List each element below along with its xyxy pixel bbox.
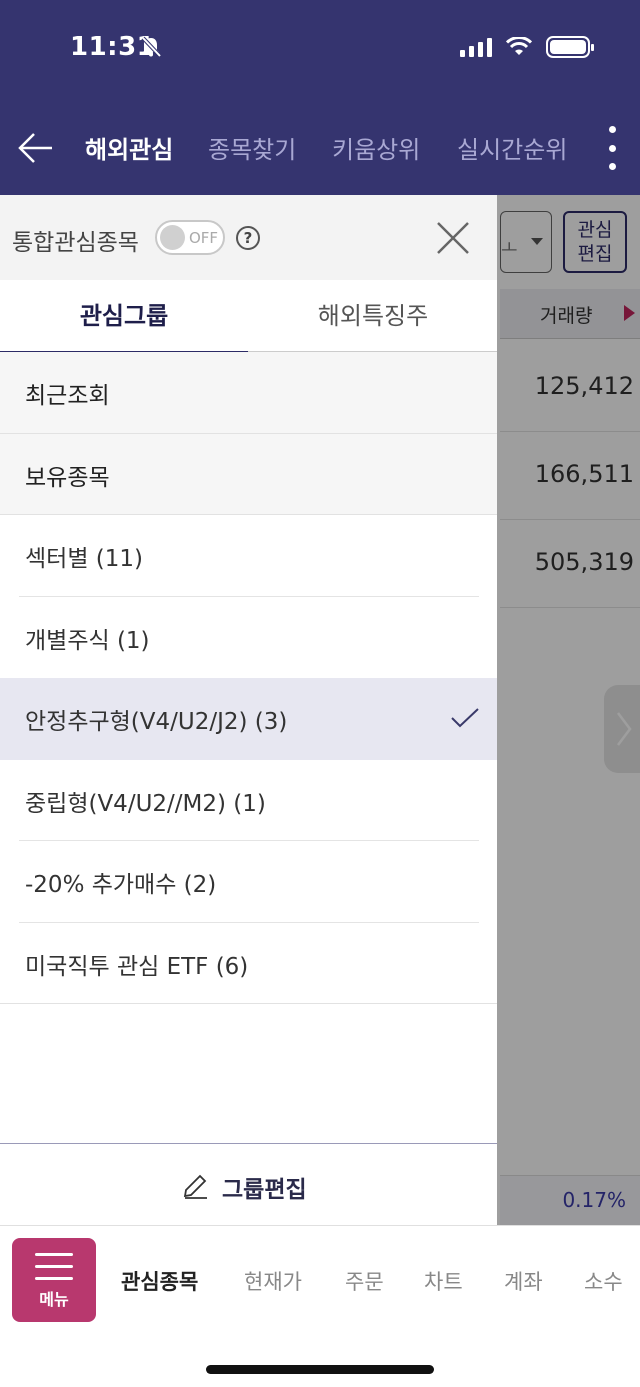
checkmark-icon: [451, 708, 479, 728]
wifi-icon: [506, 37, 532, 55]
more-menu-icon[interactable]: [602, 126, 622, 170]
list-item-label: 중립형(V4/U2//M2) (1): [25, 790, 266, 817]
app-header: 11:31 해외관심 종목찾기 키움상위 실시간순위: [0, 0, 640, 195]
toggle-state-text: OFF: [189, 229, 219, 247]
home-indicator[interactable]: [206, 1365, 434, 1374]
watch-group-drawer: 통합관심종목 OFF ? 관심그룹 해외특징주 최근조회 보유종목 섹터별 (1…: [0, 195, 497, 1225]
list-item[interactable]: 보유종목: [0, 433, 497, 515]
help-icon[interactable]: ?: [236, 226, 260, 250]
list-item[interactable]: 개별주식 (1): [0, 597, 497, 679]
bell-off-icon: [141, 36, 162, 58]
list-item[interactable]: 중립형(V4/U2//M2) (1): [0, 760, 497, 842]
list-item-selected[interactable]: 안정추구형(V4/U2/J2) (3): [0, 678, 497, 760]
back-arrow-icon[interactable]: [16, 128, 56, 168]
list-item-label: 안정추구형(V4/U2/J2) (3): [25, 709, 288, 735]
toggle-knob: [160, 225, 185, 250]
integrated-watch-toggle[interactable]: OFF: [155, 220, 225, 255]
bottom-tab-watchlist[interactable]: 관심종목: [121, 1266, 198, 1296]
list-item-label: 최근조회: [25, 383, 110, 409]
menu-button[interactable]: 메뉴: [12, 1238, 96, 1322]
bottom-nav: 메뉴 관심종목 현재가 주문 차트 계좌 소수: [0, 1225, 640, 1332]
cellular-signal-icon: [460, 37, 492, 57]
list-item-label: 미국직투 관심 ETF (6): [25, 953, 249, 980]
top-nav: 해외관심 종목찾기 키움상위 실시간순위: [0, 118, 640, 176]
list-item-label: 보유종목: [25, 464, 110, 491]
list-item[interactable]: -20% 추가매수 (2): [0, 841, 497, 923]
tab-stock-search[interactable]: 종목찾기: [208, 130, 296, 165]
list-item[interactable]: 미국직투 관심 ETF (6): [0, 923, 497, 1004]
bottom-tab-fractional[interactable]: 소수: [584, 1266, 623, 1296]
bottom-tab-price[interactable]: 현재가: [244, 1266, 302, 1296]
bottom-tab-account[interactable]: 계좌: [504, 1266, 543, 1296]
drawer-top-bar: 통합관심종목 OFF ?: [0, 195, 497, 280]
group-edit-label: 그룹편집: [222, 1177, 307, 1203]
group-list: 최근조회 보유종목 섹터별 (11) 개별주식 (1) 안정추구형(V4/U2/…: [0, 352, 497, 1004]
menu-label: 메뉴: [39, 1290, 69, 1309]
integrated-watch-label: 통합관심종목: [12, 230, 139, 256]
bottom-tab-order[interactable]: 주문: [345, 1266, 384, 1296]
drawer-tabs: 관심그룹 해외특징주: [0, 280, 497, 353]
tab-overseas-featured[interactable]: 해외특징주: [249, 280, 497, 352]
tab-kiwoom-top[interactable]: 키움상위: [332, 130, 420, 165]
home-indicator-area: [0, 1332, 640, 1387]
status-icons: [460, 36, 594, 58]
hamburger-icon: [35, 1253, 73, 1281]
list-item-label: 섹터별 (11): [25, 546, 144, 572]
tab-realtime-rank[interactable]: 실시간순위: [457, 130, 567, 165]
list-item[interactable]: 최근조회: [0, 352, 497, 434]
battery-icon: [546, 36, 594, 58]
bottom-tab-chart[interactable]: 차트: [424, 1266, 463, 1296]
list-item[interactable]: 섹터별 (11): [0, 515, 497, 597]
close-icon[interactable]: [434, 219, 472, 257]
list-item-label: 개별주식 (1): [25, 627, 150, 654]
list-item-label: -20% 추가매수 (2): [25, 872, 217, 898]
group-edit-button[interactable]: 그룹편집: [0, 1143, 497, 1225]
pencil-icon: [183, 1174, 207, 1199]
tab-overseas-watch[interactable]: 해외관심: [85, 130, 173, 165]
tab-watch-group[interactable]: 관심그룹: [0, 280, 248, 353]
